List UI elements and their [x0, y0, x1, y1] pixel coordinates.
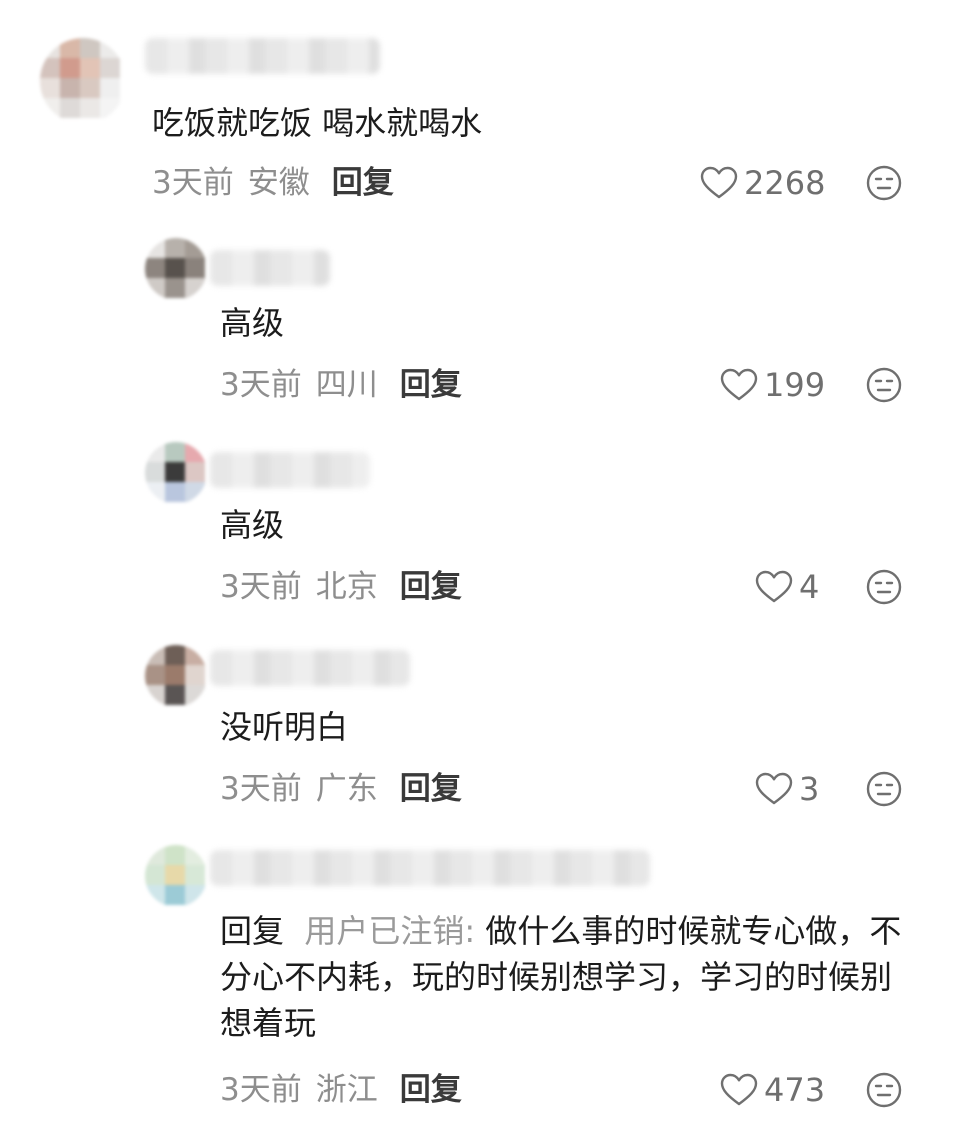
- reply-prefix: 回复: [220, 912, 285, 950]
- like-button[interactable]: 4: [755, 565, 819, 609]
- reply-button[interactable]: 回复: [400, 367, 462, 403]
- comment-location: 浙江: [315, 1072, 378, 1108]
- like-button[interactable]: 3: [755, 767, 819, 811]
- heart-outline-icon: [755, 570, 793, 603]
- comment-location: 北京: [315, 569, 378, 605]
- comment-time: 3天前: [220, 569, 302, 605]
- neutral-face-icon[interactable]: [866, 1072, 902, 1108]
- avatar[interactable]: [145, 845, 207, 907]
- comment-location: 安徽: [247, 165, 310, 201]
- neutral-face-icon[interactable]: [866, 367, 902, 403]
- comment-meta: 3天前 浙江 回复: [220, 1068, 462, 1112]
- reply-button[interactable]: 回复: [400, 1072, 462, 1108]
- comment-text: 回复 用户已注销: 做什么事的时候就专心做，不分心不内耗，玩的时候别想学习，学习…: [220, 908, 920, 1046]
- reply-target-user[interactable]: 用户已注销:: [304, 912, 475, 950]
- comment-time: 3天前: [152, 165, 234, 201]
- like-count: 199: [764, 366, 826, 404]
- comment-time: 3天前: [220, 1072, 302, 1108]
- comment-time: 3天前: [220, 367, 302, 403]
- comment-location: 广东: [315, 771, 378, 807]
- heart-outline-icon: [755, 772, 793, 805]
- comment-text: 高级: [220, 506, 285, 544]
- neutral-face-icon[interactable]: [866, 165, 902, 201]
- username-blurred[interactable]: [210, 452, 370, 488]
- comment-text: 吃饭就吃饭 喝水就喝水: [152, 104, 483, 142]
- reply-button[interactable]: 回复: [400, 771, 462, 807]
- like-count: 4: [799, 568, 820, 606]
- comment-location: 四川: [315, 367, 378, 403]
- avatar[interactable]: [40, 38, 126, 124]
- reply-button[interactable]: 回复: [400, 569, 462, 605]
- comment-meta: 3天前 四川 回复: [220, 363, 462, 407]
- like-button[interactable]: 199: [720, 363, 825, 407]
- like-button[interactable]: 473: [720, 1068, 825, 1112]
- avatar[interactable]: [145, 442, 207, 504]
- like-button[interactable]: 2268: [700, 161, 825, 205]
- like-count: 3: [799, 770, 820, 808]
- username-blurred[interactable]: [210, 850, 650, 886]
- comment-text: 高级: [220, 304, 285, 342]
- heart-outline-icon: [700, 166, 738, 199]
- username-blurred[interactable]: [145, 38, 380, 74]
- heart-outline-icon: [720, 1073, 758, 1106]
- comment-text: 没听明白: [220, 708, 349, 746]
- comment-meta: 3天前 北京 回复: [220, 565, 462, 609]
- avatar[interactable]: [145, 238, 207, 300]
- reply-button[interactable]: 回复: [332, 165, 394, 201]
- neutral-face-icon[interactable]: [866, 569, 902, 605]
- heart-outline-icon: [720, 368, 758, 401]
- neutral-face-icon[interactable]: [866, 771, 902, 807]
- like-count: 2268: [744, 164, 826, 202]
- like-count: 473: [764, 1071, 826, 1109]
- username-blurred[interactable]: [210, 250, 330, 286]
- comment-meta: 3天前 安徽 回复: [152, 161, 394, 205]
- username-blurred[interactable]: [210, 650, 410, 686]
- comment-time: 3天前: [220, 771, 302, 807]
- comment-meta: 3天前 广东 回复: [220, 767, 462, 811]
- avatar[interactable]: [145, 645, 207, 707]
